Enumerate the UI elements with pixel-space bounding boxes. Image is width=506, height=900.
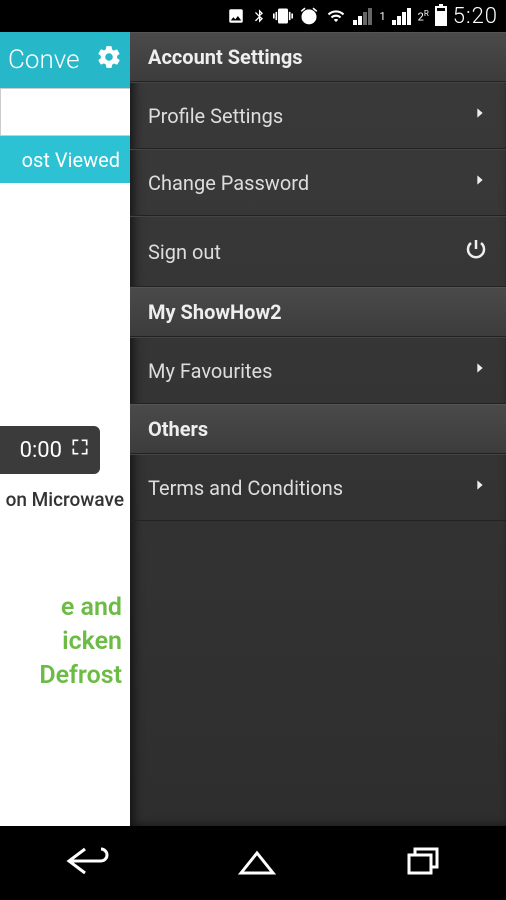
section-account-settings: Account Settings — [130, 32, 506, 82]
bluetooth-icon — [251, 6, 267, 26]
row-label: Change Password — [148, 171, 309, 195]
tab-most-viewed[interactable]: ost Viewed — [0, 136, 130, 186]
row-change-password[interactable]: Change Password — [130, 149, 506, 216]
picture-icon — [227, 7, 245, 25]
chevron-right-icon — [472, 475, 488, 500]
fullscreen-icon — [70, 437, 90, 463]
video-title: e and icken Defrost — [0, 511, 130, 692]
row-terms[interactable]: Terms and Conditions — [130, 454, 506, 521]
tab-label: ost Viewed — [22, 148, 120, 172]
sim2-label: 2R — [418, 9, 429, 24]
row-label: Profile Settings — [148, 104, 283, 128]
row-sign-out[interactable]: Sign out — [130, 216, 506, 287]
power-icon — [464, 237, 488, 266]
video-card[interactable]: 0:00 on Microwave e and icken Defrost — [0, 426, 130, 692]
signal-1-icon — [353, 8, 372, 25]
row-label: Sign out — [148, 240, 221, 264]
wifi-icon — [325, 7, 347, 25]
sim1-label: 1 — [379, 10, 385, 23]
recents-button[interactable] — [403, 845, 443, 881]
back-button[interactable] — [63, 845, 111, 881]
status-bar: 1 2R 5:20 — [0, 0, 506, 32]
search-row — [0, 88, 130, 136]
status-time: 5:20 — [453, 4, 498, 29]
settings-drawer: Account Settings Profile Settings Change… — [130, 32, 506, 826]
home-button[interactable] — [237, 845, 277, 881]
alarm-icon — [299, 6, 319, 26]
chevron-right-icon — [472, 103, 488, 128]
main-content-peek[interactable]: Conve ost Viewed 0:00 on Microwav — [0, 32, 130, 826]
vibrate-icon — [273, 6, 293, 26]
battery-icon — [435, 6, 447, 26]
chevron-right-icon — [472, 170, 488, 195]
row-label: Terms and Conditions — [148, 476, 343, 500]
chevron-right-icon — [472, 358, 488, 383]
duration-text: 0:00 — [20, 438, 62, 463]
app-bar: Conve — [0, 32, 130, 88]
signal-2-icon — [392, 8, 411, 25]
section-others: Others — [130, 404, 506, 454]
section-my-showhow2: My ShowHow2 — [130, 287, 506, 337]
app-title: Conve — [8, 45, 80, 75]
search-input[interactable] — [0, 88, 130, 136]
video-duration-pill: 0:00 — [0, 426, 100, 474]
row-label: My Favourites — [148, 359, 272, 383]
row-my-favourites[interactable]: My Favourites — [130, 337, 506, 404]
gear-icon[interactable] — [96, 44, 122, 77]
row-profile-settings[interactable]: Profile Settings — [130, 82, 506, 149]
android-nav-bar — [0, 826, 506, 900]
app-screen: Conve ost Viewed 0:00 on Microwav — [0, 32, 506, 826]
video-caption: on Microwave — [0, 474, 130, 511]
